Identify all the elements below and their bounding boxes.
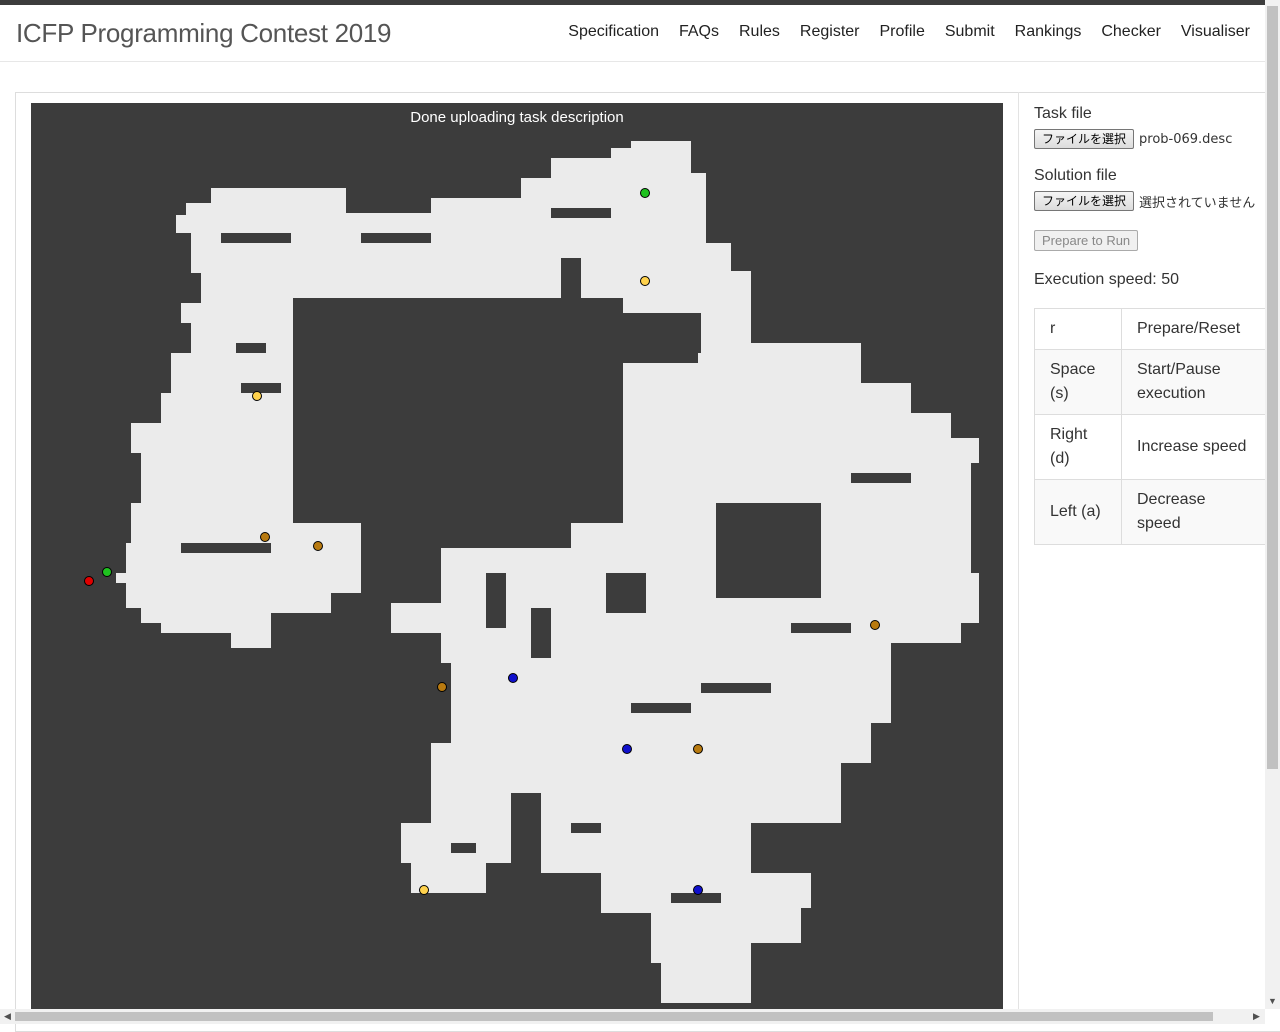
vertical-scrollbar-thumb[interactable] [1267,6,1278,769]
obstacle [241,383,281,393]
nav-checker[interactable]: Checker [1101,23,1161,41]
obstacle [561,258,581,348]
shortcut-action: Increase speed [1121,414,1266,480]
obstacle [486,573,506,628]
keyboard-shortcuts-table: r Prepare/Reset Space (s) Start/Pause ex… [1034,308,1266,545]
nav-submit[interactable]: Submit [945,23,995,41]
panel-divider [1018,92,1019,1012]
blue-booster-marker[interactable] [693,885,703,895]
nav-specification[interactable]: Specification [568,23,659,41]
obstacle [631,703,691,713]
obstacle [571,823,601,833]
shortcut-action: Start/Pause execution [1121,349,1266,415]
brown-booster-marker[interactable] [693,744,703,754]
shortcut-key: Left (a) [1034,479,1122,545]
shortcut-key: r [1034,308,1122,350]
nav-rankings[interactable]: Rankings [1015,23,1082,41]
map-svg [84,141,979,1003]
canvas-status-text: Done uploading task description [410,109,624,126]
clone-booster-marker[interactable] [102,567,112,577]
navbar: ICFP Programming Contest 2019 Specificat… [0,5,1265,62]
shortcut-key: Space (s) [1034,349,1122,415]
obstacle [181,543,271,553]
table-row: Right (d) Increase speed [1034,414,1266,480]
obstacle [236,343,266,353]
nav-register[interactable]: Register [800,23,860,41]
obstacle [361,423,441,603]
execution-speed-text: Execution speed: 50 [1034,271,1179,288]
solution-file-input[interactable]: ファイルを選択 選択されていません [1034,191,1266,211]
obstacle [551,208,611,218]
blue-booster-marker[interactable] [508,673,518,683]
obstacle [851,473,911,483]
solution-file-name: 選択されていません [1139,195,1256,211]
control-sidebar: Task file ファイルを選択 prob-069.desc Solution… [1034,105,1266,545]
solution-file-choose-button[interactable]: ファイルを選択 [1034,191,1135,211]
obstacle [221,233,291,243]
clone-booster-marker[interactable] [640,188,650,198]
nav-menu: Specification FAQs Rules Register Profil… [548,23,1250,41]
shortcut-action: Decrease speed [1121,479,1266,545]
map-canvas[interactable]: Done uploading task description [31,103,1003,1009]
obstacle [716,503,821,598]
obstacle [441,453,571,548]
robot-marker[interactable] [84,576,94,586]
solution-file-label: Solution file [1034,167,1117,184]
map-floor [116,141,979,1003]
shortcut-key: Right (d) [1034,414,1122,480]
table-row: Space (s) Start/Pause execution [1034,349,1266,415]
scroll-down-arrow-icon[interactable]: ▼ [1268,996,1277,1006]
obstacle [661,313,701,353]
shortcut-action: Prepare/Reset [1121,308,1266,350]
obstacle [791,623,851,633]
nav-profile[interactable]: Profile [879,23,924,41]
map-region [116,141,979,1003]
table-row: r Prepare/Reset [1034,308,1266,350]
nav-visualiser[interactable]: Visualiser [1181,23,1250,41]
brown-booster-marker[interactable] [437,682,447,692]
scroll-right-arrow-icon[interactable]: ▶ [1253,1011,1260,1022]
task-file-label: Task file [1034,105,1092,122]
task-file-input[interactable]: ファイルを選択 prob-069.desc [1034,129,1266,149]
brand-title[interactable]: ICFP Programming Contest 2019 [16,18,392,49]
obstacle [571,338,621,353]
task-file-name: prob-069.desc [1139,131,1233,147]
obstacle [531,608,551,658]
prepare-to-run-button[interactable]: Prepare to Run [1034,230,1139,251]
obstacle [701,683,771,693]
obstacle [606,573,646,613]
table-row: Left (a) Decrease speed [1034,479,1266,545]
brown-booster-marker[interactable] [313,541,323,551]
blue-booster-marker[interactable] [622,744,632,754]
obstacle [361,233,431,243]
yellow-booster-marker[interactable] [640,276,650,286]
horizontal-scrollbar-thumb[interactable] [15,1012,1213,1021]
nav-faqs[interactable]: FAQs [679,23,719,41]
nav-rules[interactable]: Rules [739,23,780,41]
obstacle [451,843,476,853]
yellow-booster-marker[interactable] [419,885,429,895]
brown-booster-marker[interactable] [260,532,270,542]
yellow-booster-marker[interactable] [252,391,262,401]
scroll-left-arrow-icon[interactable]: ◀ [4,1011,11,1022]
brown-booster-marker[interactable] [870,620,880,630]
task-file-choose-button[interactable]: ファイルを選択 [1034,129,1135,149]
